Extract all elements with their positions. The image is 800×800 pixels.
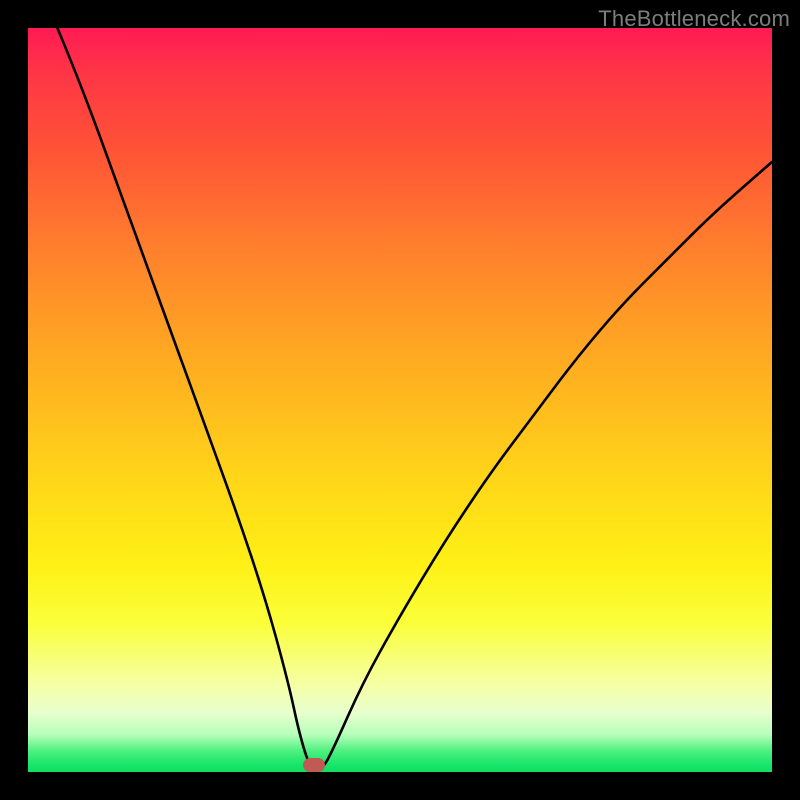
plot-area: [28, 28, 772, 772]
bottleneck-curve: [28, 28, 772, 772]
optimal-point-marker: [303, 758, 325, 772]
chart-frame: TheBottleneck.com: [0, 0, 800, 800]
